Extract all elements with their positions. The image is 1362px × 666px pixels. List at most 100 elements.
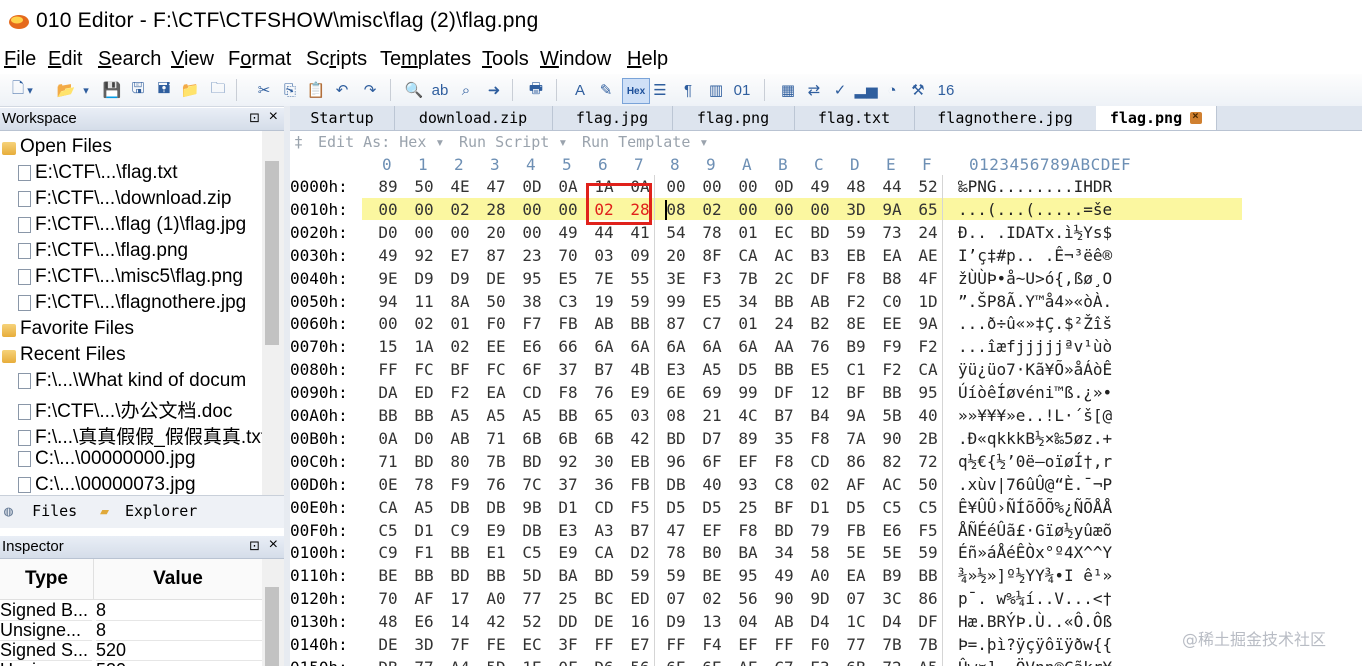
hex-byte[interactable]: F5 — [626, 498, 654, 517]
hex-byte[interactable]: 24 — [914, 223, 942, 242]
hex-byte[interactable]: 6B — [590, 429, 618, 448]
hex-byte[interactable]: EB — [842, 246, 870, 265]
hex-byte[interactable]: 6E — [662, 383, 690, 402]
hex-byte[interactable]: 02 — [698, 589, 726, 608]
hex-byte[interactable]: B2 — [806, 314, 834, 333]
hex-byte[interactable]: 72 — [878, 658, 906, 666]
hex-byte[interactable]: BF — [446, 360, 474, 379]
hex-byte[interactable]: BD — [770, 521, 798, 540]
highlight-icon[interactable]: ✎ — [594, 78, 618, 102]
histogram-icon[interactable]: ▂▅ — [854, 78, 878, 102]
open-dropdown-icon[interactable]: ▾ — [80, 78, 92, 102]
hex-byte[interactable]: AB — [770, 612, 798, 631]
tab-flag-png[interactable]: flag.png — [672, 106, 795, 130]
hex-byte[interactable]: 3D — [410, 635, 438, 654]
hex-byte[interactable]: BB — [554, 406, 582, 425]
hex-byte[interactable]: 87 — [662, 314, 690, 333]
inspector-value-cell[interactable]: 520 — [96, 660, 262, 666]
hex-byte[interactable]: 69 — [698, 383, 726, 402]
hex-byte[interactable]: DE — [590, 612, 618, 631]
hex-byte[interactable]: DD — [554, 612, 582, 631]
hex-byte[interactable]: 9A — [914, 314, 942, 333]
hex-byte[interactable]: 11 — [410, 292, 438, 311]
compare-icon[interactable]: ⇄ — [802, 78, 826, 102]
hex-byte[interactable]: E5 — [698, 292, 726, 311]
hex-byte[interactable]: 58 — [806, 543, 834, 562]
hex-byte[interactable]: BB — [626, 314, 654, 333]
hex-byte[interactable]: 14 — [446, 612, 474, 631]
hex-byte[interactable]: 48 — [842, 177, 870, 196]
ascii-text[interactable]: Éñ»áÅéÊÒx°º4X^^Y — [958, 543, 1168, 562]
hex-byte[interactable]: 00 — [770, 200, 798, 219]
hex-byte[interactable]: F5 — [914, 521, 942, 540]
hex-byte[interactable]: D4 — [878, 612, 906, 631]
hex-byte[interactable]: 07 — [842, 589, 870, 608]
ascii-text[interactable]: ÚíòêÍøvéni™ß.¿»• — [958, 383, 1168, 402]
hex-byte[interactable]: 3C — [878, 589, 906, 608]
hex-byte[interactable]: 41 — [626, 223, 654, 242]
run-template-dropdown[interactable]: Run Template ▾ — [582, 133, 708, 151]
hex-byte[interactable]: 76 — [482, 475, 510, 494]
menu-templates[interactable]: Templates — [380, 48, 471, 71]
hex-byte[interactable]: E3 — [662, 360, 690, 379]
save-as-icon[interactable]: 🖫 — [126, 78, 150, 102]
hex-byte[interactable]: F2 — [842, 292, 870, 311]
hex-byte[interactable]: 70 — [374, 589, 402, 608]
inspector-type-cell[interactable]: Unsigne... — [0, 620, 92, 641]
hex-byte[interactable]: F7 — [518, 314, 546, 333]
hex-byte[interactable]: 50 — [482, 292, 510, 311]
hex-byte[interactable]: 86 — [842, 452, 870, 471]
hex-byte[interactable]: F2 — [446, 383, 474, 402]
hex-byte[interactable]: 5D — [482, 658, 510, 666]
tree-item-file[interactable]: C:\...\00000000.jpg — [18, 448, 196, 470]
ascii-text[interactable]: Ûw¤]..ÖVnn®Çãkr¥ — [958, 658, 1168, 666]
font-icon[interactable]: A — [568, 78, 592, 102]
hex-byte[interactable]: EA — [878, 246, 906, 265]
goto-icon[interactable]: ➜ — [482, 78, 506, 102]
hex-byte[interactable]: EA — [482, 383, 510, 402]
tab-flagnothere-jpg[interactable]: flagnothere.jpg — [914, 106, 1097, 130]
hex-byte[interactable]: EF — [698, 521, 726, 540]
hex-byte[interactable]: E3 — [806, 658, 834, 666]
hex-byte[interactable]: 80 — [446, 452, 474, 471]
hex-byte[interactable]: BF — [842, 383, 870, 402]
hex-byte[interactable]: 6E — [662, 658, 690, 666]
hex-byte[interactable]: 56 — [626, 658, 654, 666]
hex-byte[interactable]: BC — [590, 589, 618, 608]
hex-byte[interactable]: EC — [770, 223, 798, 242]
hex-byte[interactable]: 24 — [770, 314, 798, 333]
hex-byte[interactable]: D5 — [698, 498, 726, 517]
hex-byte[interactable]: E6 — [878, 521, 906, 540]
hex-byte[interactable]: EE — [878, 314, 906, 333]
hex-byte[interactable]: 92 — [410, 246, 438, 265]
tab-explorer[interactable]: ▰ Explorer — [100, 502, 197, 520]
hex-byte[interactable]: BB — [410, 566, 438, 585]
hex-byte[interactable]: 40 — [698, 475, 726, 494]
save-all-icon[interactable]: 🖬 — [152, 78, 176, 102]
inspector-header-type[interactable]: Type — [0, 559, 94, 600]
hex-byte[interactable]: D7 — [698, 429, 726, 448]
hex-byte[interactable]: 34 — [770, 543, 798, 562]
hex-byte[interactable]: 87 — [482, 246, 510, 265]
hex-byte[interactable]: F8 — [770, 452, 798, 471]
close-icon[interactable]: × — [269, 536, 278, 554]
hex-byte[interactable]: 99 — [734, 383, 762, 402]
inspector-scrollbar[interactable] — [262, 559, 284, 666]
hex-byte[interactable]: 02 — [446, 200, 474, 219]
hex-byte[interactable]: 36 — [590, 475, 618, 494]
hex-byte[interactable]: E9 — [554, 543, 582, 562]
hex-byte[interactable]: B9 — [842, 337, 870, 356]
hex-byte[interactable]: 00 — [734, 177, 762, 196]
hex-byte[interactable]: 90 — [770, 589, 798, 608]
hex-byte[interactable]: 00 — [374, 314, 402, 333]
hex-byte[interactable]: BD — [518, 452, 546, 471]
hex-byte[interactable]: 71 — [482, 429, 510, 448]
hex-byte[interactable]: F9 — [446, 475, 474, 494]
hex-byte[interactable]: 73 — [878, 223, 906, 242]
hex-byte[interactable]: A4 — [446, 658, 474, 666]
ascii-text[interactable]: p¯. w%¼í..V...<† — [958, 589, 1168, 608]
hex-byte[interactable]: B0 — [698, 543, 726, 562]
hex-byte[interactable]: AA — [770, 337, 798, 356]
ascii-text[interactable]: ”.ŠP8Ã.Y™å4»«òÀ. — [958, 292, 1168, 311]
hex-byte[interactable]: 00 — [410, 223, 438, 242]
